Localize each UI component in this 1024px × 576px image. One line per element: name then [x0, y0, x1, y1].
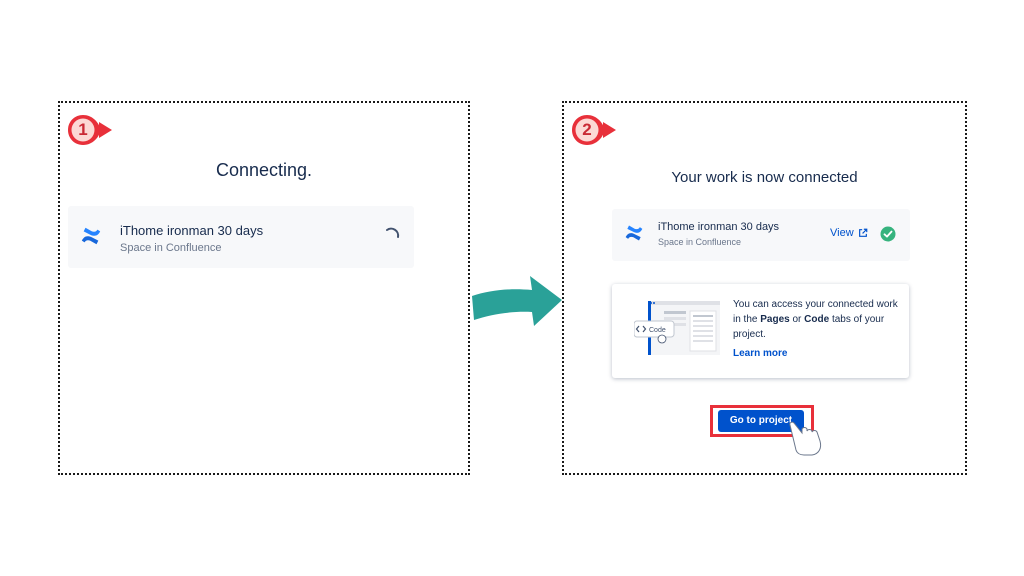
info-text: You can access your connected work in th… [733, 299, 898, 340]
info-card: Code You can access your connected work … [612, 284, 909, 378]
space-card: iThome ironman 30 days Space in Confluen… [68, 206, 414, 268]
arrow-right-icon [472, 276, 562, 326]
confluence-logo-icon [81, 227, 101, 245]
view-link[interactable]: View [830, 227, 868, 239]
space-card: iThome ironman 30 days Space in Confluen… [612, 209, 910, 261]
step-number: 2 [582, 120, 592, 139]
step-number: 1 [78, 120, 88, 139]
pages-tab-mention: Pages [760, 314, 790, 325]
space-type: Space in Confluence [658, 237, 742, 247]
space-type: Space in Confluence [120, 242, 222, 254]
step-1-marker: 1 [66, 113, 114, 147]
check-circle-icon [880, 226, 896, 242]
step-2-panel: 2 Your work is now connected iThome iron… [562, 101, 967, 475]
external-link-icon [858, 228, 867, 237]
space-name: iThome ironman 30 days [658, 221, 780, 233]
confluence-logo-icon [625, 225, 643, 241]
connected-title: Your work is now connected [671, 169, 858, 186]
spinner-icon [386, 227, 400, 238]
code-tab-mention: Code [804, 314, 830, 325]
project-tabs-illustration: Code [634, 301, 720, 355]
pointer-hand-icon [789, 421, 822, 456]
step-1-panel: 1 Connecting. iThome ironman 30 days Spa… [58, 101, 470, 475]
step-2-marker: 2 [570, 113, 618, 147]
learn-more-link[interactable]: Learn more [733, 348, 787, 359]
connecting-title: Connecting. [215, 160, 313, 180]
space-name: iThome ironman 30 days [120, 223, 264, 238]
illustration-code-label: Code [649, 327, 666, 334]
view-label: View [830, 227, 854, 239]
